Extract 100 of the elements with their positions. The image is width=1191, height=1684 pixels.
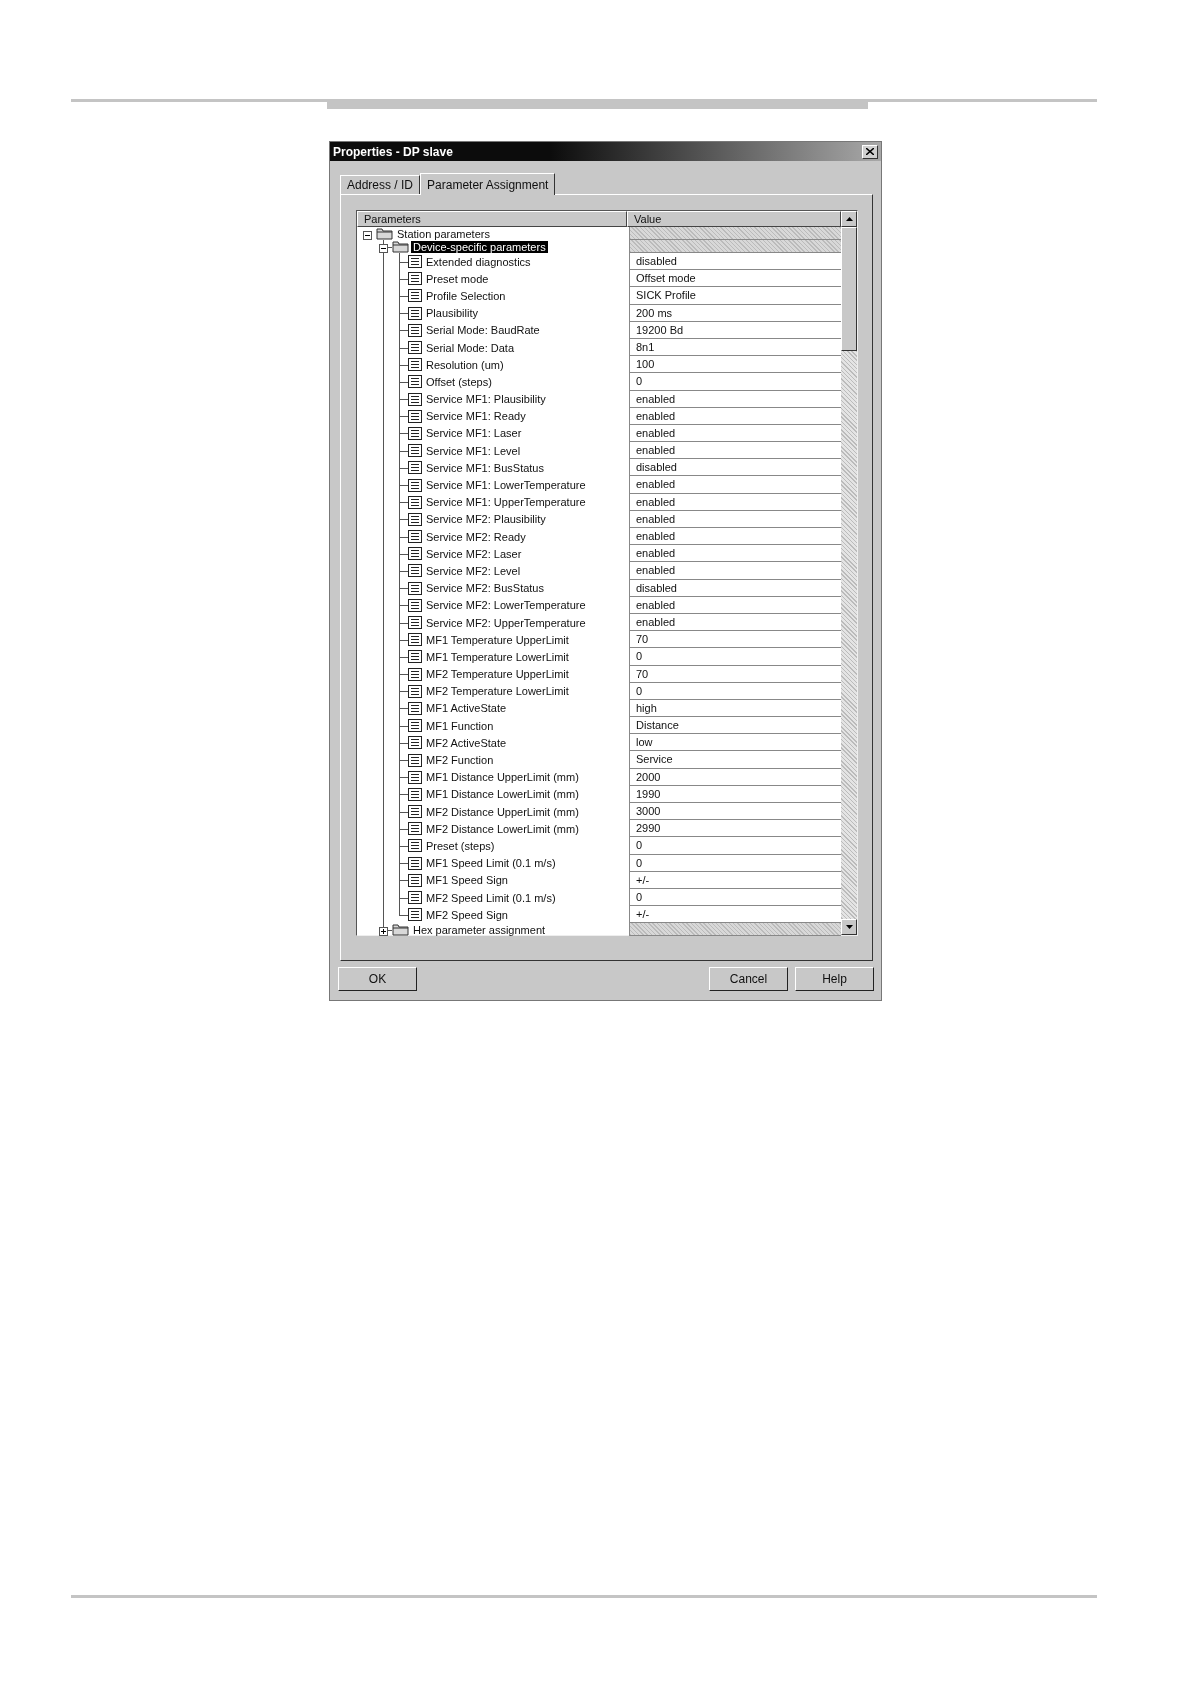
tree-item[interactable]: Preset mode — [424, 272, 491, 285]
list-icon — [408, 289, 422, 303]
dialog-button[interactable]: OK — [338, 967, 417, 991]
up-arrow-icon — [845, 217, 853, 221]
list-icon — [408, 856, 422, 870]
value-cell[interactable]: enabled — [629, 528, 841, 546]
list-icon — [408, 495, 422, 509]
tree-item[interactable]: Serial Mode: BaudRate — [424, 324, 542, 337]
list-icon — [408, 478, 422, 492]
list-icon — [408, 547, 422, 561]
list-icon — [408, 306, 422, 320]
tree-item[interactable]: Service MF2: Plausibility — [424, 513, 548, 526]
tree-item[interactable]: Extended diagnostics — [424, 255, 533, 268]
tree-item[interactable]: Profile Selection — [424, 289, 508, 302]
tree-item[interactable]: Service MF1: Plausibility — [424, 393, 548, 406]
value-cell[interactable]: disabled — [629, 253, 841, 271]
tree-item[interactable]: MF1 Temperature LowerLimit — [424, 650, 571, 663]
tree-item[interactable]: MF2 Distance LowerLimit (mm) — [424, 822, 581, 835]
value-cell[interactable]: 3000 — [629, 803, 841, 821]
tree-item[interactable]: Resolution (um) — [424, 358, 506, 371]
collapse-icon[interactable] — [363, 231, 372, 240]
value-cell[interactable]: enabled — [629, 562, 841, 580]
tree-item[interactable]: MF1 Function — [424, 719, 496, 732]
expand-icon[interactable] — [379, 927, 388, 937]
tree-item[interactable]: MF1 Distance UpperLimit (mm) — [424, 771, 581, 784]
folder-icon — [376, 227, 393, 240]
value-cell[interactable]: 0 — [629, 373, 841, 391]
scroll-thumb[interactable] — [841, 227, 857, 351]
dialog-button[interactable]: Help — [795, 967, 874, 991]
list-icon — [408, 255, 422, 269]
tree-item[interactable]: MF2 Function — [424, 754, 496, 767]
scroll-down-button[interactable] — [841, 919, 857, 935]
tree-item[interactable]: MF2 Speed Limit (0.1 m/s) — [424, 891, 558, 904]
list-icon — [408, 908, 422, 922]
close-button[interactable] — [862, 144, 878, 159]
tab[interactable]: Address / ID — [340, 175, 421, 194]
tab[interactable]: Parameter Assignment — [420, 173, 556, 195]
tree-item[interactable]: MF2 Temperature UpperLimit — [424, 668, 571, 681]
value-cell[interactable]: enabled — [629, 442, 841, 460]
tree-item[interactable]: Service MF1: UpperTemperature — [424, 496, 588, 509]
tree-item[interactable]: MF2 Distance UpperLimit (mm) — [424, 805, 581, 818]
value-cell[interactable]: low — [629, 734, 841, 752]
tree-item[interactable]: Service MF1: BusStatus — [424, 461, 546, 474]
value-cell[interactable]: 0 — [629, 837, 841, 855]
scrollbar[interactable] — [841, 211, 857, 935]
collapse-icon[interactable] — [379, 244, 388, 253]
tree-item[interactable]: MF1 Speed Limit (0.1 m/s) — [424, 857, 558, 870]
column-header[interactable]: Parameters — [357, 211, 627, 227]
value-cell[interactable]: disabled — [629, 459, 841, 477]
tree-item[interactable]: MF1 ActiveState — [424, 702, 509, 715]
list-icon — [408, 633, 422, 647]
tree-item[interactable]: MF2 ActiveState — [424, 736, 509, 749]
tree-item[interactable]: Service MF2: LowerTemperature — [424, 599, 588, 612]
scroll-up-button[interactable] — [841, 211, 857, 227]
tree-item[interactable]: Preset (steps) — [424, 839, 497, 852]
dialog-button[interactable]: Cancel — [709, 967, 788, 991]
tree-item[interactable]: Service MF2: BusStatus — [424, 582, 546, 595]
tree-item[interactable]: MF1 Distance LowerLimit (mm) — [424, 788, 581, 801]
tree-item[interactable]: Station parameters — [395, 227, 492, 240]
list-icon — [408, 667, 422, 681]
column-header[interactable]: Value — [627, 211, 841, 227]
list-icon — [408, 650, 422, 664]
tree-item[interactable]: Service MF2: Laser — [424, 547, 524, 560]
tree-item[interactable]: Service MF2: Ready — [424, 530, 528, 543]
list-icon — [408, 598, 422, 612]
tree-item[interactable]: Service MF1: Ready — [424, 410, 528, 423]
value-cell[interactable]: 70 — [629, 631, 841, 649]
list-icon — [408, 581, 422, 595]
tree-item[interactable]: Service MF1: LowerTemperature — [424, 479, 588, 492]
tree-item[interactable]: Service MF2: UpperTemperature — [424, 616, 588, 629]
tree-item[interactable]: Service MF1: Level — [424, 444, 523, 457]
list-icon — [408, 530, 422, 544]
value-cell[interactable]: 2990 — [629, 820, 841, 838]
tree-item[interactable]: Hex parameter assignment — [411, 923, 548, 936]
list-icon — [408, 358, 422, 372]
tree-item[interactable]: Plausibility — [424, 307, 480, 320]
tree-item[interactable]: MF1 Speed Sign — [424, 874, 510, 887]
value-cell[interactable]: Distance — [629, 717, 841, 735]
value-cell[interactable]: 0 — [629, 648, 841, 666]
value-cell[interactable]: enabled — [629, 545, 841, 563]
tree-item[interactable]: Device-specific parameters — [411, 240, 548, 253]
value-cell[interactable]: Service — [629, 751, 841, 769]
tree-item[interactable]: Serial Mode: Data — [424, 341, 517, 354]
folder-icon — [392, 923, 409, 937]
tree-item[interactable]: Offset (steps) — [424, 375, 494, 388]
tree-item[interactable]: Service MF2: Level — [424, 564, 523, 577]
list-icon — [408, 564, 422, 578]
value-cell[interactable]: SICK Profile — [629, 287, 841, 305]
tree-item[interactable]: Service MF1: Laser — [424, 427, 524, 440]
value-cell[interactable]: enabled — [629, 476, 841, 494]
value-cell[interactable]: +/- — [629, 906, 841, 924]
list-icon — [408, 805, 422, 819]
tree-item[interactable]: MF2 Speed Sign — [424, 908, 510, 921]
value-cell[interactable]: 100 — [629, 356, 841, 374]
list-icon — [408, 701, 422, 715]
list-icon — [408, 770, 422, 784]
tree-item[interactable]: MF1 Temperature UpperLimit — [424, 633, 571, 646]
value-cell[interactable]: Offset mode — [629, 270, 841, 288]
list-icon — [408, 822, 422, 836]
tree-item[interactable]: MF2 Temperature LowerLimit — [424, 685, 571, 698]
